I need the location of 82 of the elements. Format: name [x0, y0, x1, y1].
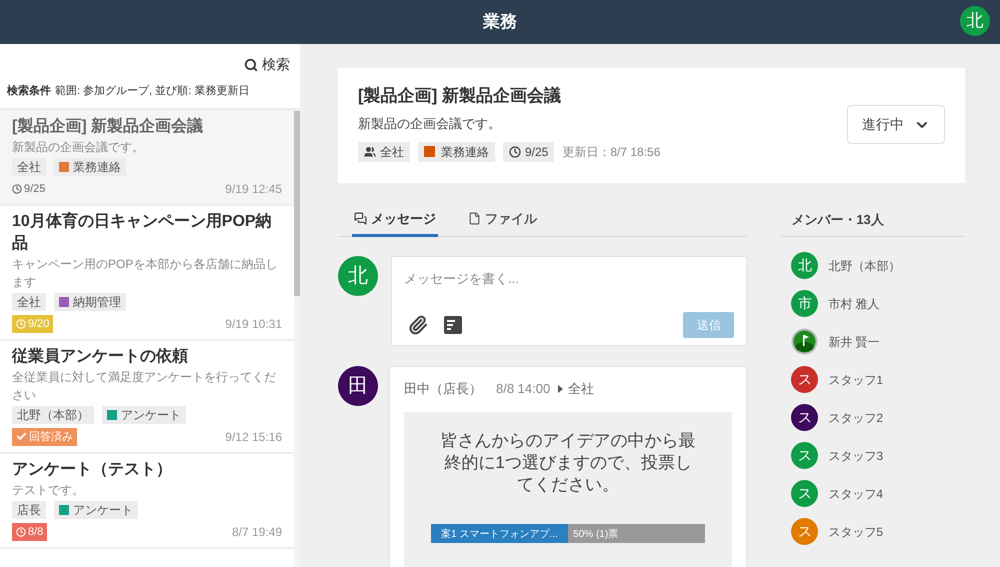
post-time: 8/8 14:00 — [496, 380, 550, 398]
tab[interactable]: ファイル — [466, 203, 539, 237]
check-icon — [16, 431, 27, 442]
task-title: [製品企画] 新製品企画会議 — [12, 116, 204, 136]
deadline-label: 9/25 — [12, 180, 46, 198]
tab[interactable]: メッセージ — [352, 203, 438, 237]
conditions-label: 検索条件 — [7, 84, 51, 99]
category-tag: 業務連絡 — [418, 142, 495, 162]
task-description: 新製品の企画会議です。 — [12, 138, 145, 156]
members-title: メンバー・13人 — [791, 210, 884, 229]
users-icon — [364, 146, 376, 158]
page-title: 業務 — [483, 11, 517, 34]
search-icon — [244, 58, 258, 72]
avatar: 田 — [338, 366, 378, 406]
member-name: スタッフ1 — [828, 372, 883, 388]
group-tag: 北野（本部） — [12, 406, 94, 424]
avatar: ス — [791, 366, 818, 393]
member-name: 市村 雅人 — [828, 296, 880, 312]
member-name: スタッフ5 — [828, 524, 883, 540]
group-tag: 店長 — [12, 500, 46, 518]
avatar: ス — [791, 518, 818, 545]
avatar: ス — [791, 404, 818, 431]
clock-icon — [16, 318, 26, 328]
category-tag: 納期管理 — [54, 292, 126, 310]
user-avatar[interactable]: 北 — [960, 6, 990, 36]
task-description: キャンペーン用のPOPを本部から各店舗に納品します — [12, 256, 278, 290]
member-name: スタッフ4 — [828, 486, 883, 502]
task-item[interactable]: [製品企画] 新製品企画会議 新製品の企画会議です。 全社 業務連絡 9/25 9/19 12:45 — [0, 110, 294, 206]
deadline-badge: 9/20 — [12, 314, 54, 332]
group-tag: 全社 — [12, 158, 46, 176]
post-author: 田中（店長） — [404, 380, 482, 398]
clock-icon — [16, 526, 26, 536]
category-tag: アンケート — [54, 500, 138, 518]
clock-icon — [12, 184, 22, 194]
group-tag: 全社 — [358, 142, 410, 162]
task-detail: 新製品の企画会議です。 — [358, 115, 502, 133]
updated-time: 9/19 12:45 — [225, 180, 282, 198]
avatar: ス — [791, 480, 818, 507]
poll-button[interactable] — [444, 316, 462, 334]
task-description: 全従業員に対して満足度アンケートを行ってください — [12, 368, 277, 404]
search-button[interactable]: 検索 — [244, 54, 290, 75]
poll-question: 皆さんからのアイデアの中から最終的に1つ選びますので、投票してください。 — [440, 430, 697, 496]
attach-button[interactable] — [408, 315, 428, 335]
avatar: 市 — [791, 290, 818, 317]
post-target: 全社 — [568, 380, 594, 398]
task-heading: [製品企画] 新製品企画会議 — [358, 85, 562, 107]
task-title: 従業員アンケートの依頼 — [12, 346, 189, 366]
conditions-text: 範囲: 参加グループ, 並び順: 業務更新日 — [55, 84, 250, 99]
avatar: 北 — [791, 252, 818, 279]
task-item[interactable]: アンケート（テスト） テストです。 店長 アンケート 8/8 8/7 19:49 — [0, 454, 294, 548]
poll-reading: 50% (1)票 — [573, 528, 618, 542]
updated-time: 9/12 15:16 — [225, 428, 282, 446]
task-description: テストです。 — [12, 482, 85, 498]
avatar: ス — [791, 442, 818, 469]
updated-time: 8/7 19:49 — [232, 524, 282, 540]
task-title: アンケート（テスト） — [12, 460, 173, 480]
task-item[interactable]: 10月体育の日キャンペーン用POP納品 キャンペーン用のPOPを本部から各店舗に納品します 全社 納期管理 9/20 9/19 10:31 — [0, 206, 294, 340]
category-tag: 業務連絡 — [54, 158, 126, 176]
scrollbar-thumb[interactable] — [294, 110, 300, 296]
chat-icon — [354, 212, 367, 225]
file-icon — [468, 212, 481, 225]
clock-icon — [509, 146, 521, 158]
avatar — [791, 328, 818, 355]
paperclip-icon — [408, 315, 428, 335]
task-title: 10月体育の日キャンペーン用POP納品 — [12, 210, 273, 254]
deadline-badge: 回答済み — [12, 428, 77, 446]
avatar: 北 — [338, 256, 378, 296]
member-name: スタッフ3 — [828, 448, 883, 464]
member-name: 北野（本部） — [828, 258, 900, 274]
deadline-badge: 8/8 — [12, 522, 48, 540]
poll-bar-track[interactable]: 案1 スマートフォンアプ... 50% (1)票 — [431, 524, 706, 542]
task-item[interactable]: 従業員アンケートの依頼 全従業員に対して満足度アンケートを行ってください 北野（本部） アンケート 回答済み 9/12 15:16 — [0, 340, 294, 454]
status-dropdown[interactable]: 進行中 — [847, 105, 945, 144]
member-name: スタッフ2 — [828, 410, 883, 426]
caret-icon — [558, 384, 564, 393]
updated-time: 9/19 10:31 — [225, 316, 282, 332]
poll-option-label: 案1 スマートフォンアプ... — [441, 528, 558, 542]
updated-date: 更新日：8/7 18:56 — [562, 144, 660, 160]
deadline-tag: 9/25 — [503, 142, 554, 162]
category-tag: アンケート — [102, 406, 186, 424]
member-name: 新井 賢一 — [828, 334, 880, 350]
group-tag: 全社 — [12, 292, 46, 310]
